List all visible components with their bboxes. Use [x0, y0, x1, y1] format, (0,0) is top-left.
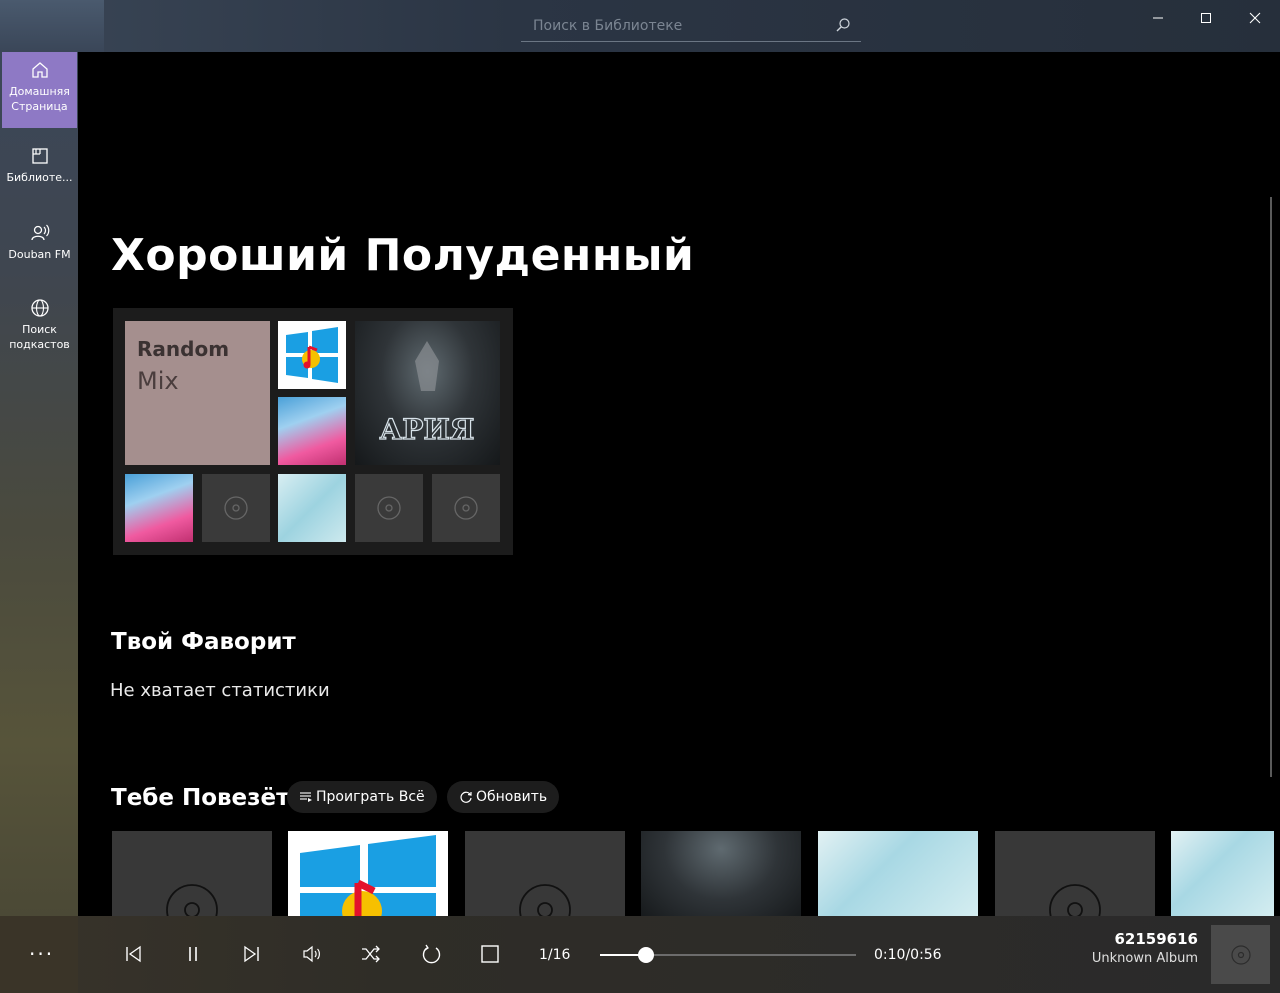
scrollbar[interactable] — [1270, 197, 1272, 777]
title-bar-left — [0, 0, 104, 52]
close-icon — [1249, 12, 1261, 24]
main-content: Хороший Полуденный Random Mix АРИЯ Твой … — [78, 52, 1274, 916]
seek-thumb[interactable] — [638, 947, 654, 963]
now-playing-art[interactable] — [1211, 925, 1270, 984]
player-bar: ··· 1/16 0:10/0:56 62159616 Unknown Albu… — [0, 916, 1280, 993]
sidebar-item-douban-fm[interactable]: Douban FM — [2, 215, 77, 291]
random-mix-subtitle: Mix — [137, 367, 179, 395]
lucky-card[interactable] — [1171, 831, 1274, 916]
now-playing-album: Unknown Album — [1091, 951, 1198, 966]
next-icon — [244, 945, 259, 963]
repeat-icon — [422, 944, 441, 964]
favorite-heading: Твой Фаворит — [111, 629, 296, 655]
pause-button[interactable] — [181, 942, 205, 966]
playlist-icon — [300, 792, 312, 802]
search-input[interactable] — [533, 16, 823, 36]
previous-icon — [126, 945, 141, 963]
repeat-button[interactable] — [419, 942, 443, 966]
more-button[interactable]: ··· — [29, 942, 54, 966]
album-tile[interactable]: АРИЯ — [355, 321, 500, 465]
disc-icon — [377, 496, 401, 520]
disc-icon — [224, 496, 248, 520]
lucky-card[interactable] — [641, 831, 801, 916]
maximize-icon — [1201, 13, 1211, 23]
sidebar-item-home[interactable]: Домашняя Страница — [2, 52, 77, 128]
minimize-button[interactable] — [1134, 0, 1182, 36]
album-tile[interactable] — [278, 474, 346, 542]
sidebar-item-label: Поиск подкастов — [9, 323, 70, 351]
sidebar-item-podcast-search[interactable]: Поиск подкастов — [2, 290, 77, 366]
player-bar-left: ··· — [0, 916, 78, 993]
playback-time: 0:10/0:56 — [874, 947, 942, 963]
title-bar — [0, 0, 1280, 52]
refresh-button[interactable]: Обновить — [447, 781, 560, 813]
previous-button[interactable] — [121, 942, 145, 966]
stop-icon — [481, 945, 499, 963]
album-tile[interactable] — [355, 474, 423, 542]
random-mix-tile[interactable]: Random Mix — [125, 321, 270, 465]
lucky-card[interactable] — [818, 831, 978, 916]
greeting-heading: Хороший Полуденный — [111, 230, 695, 281]
album-tile[interactable] — [125, 474, 193, 542]
sidebar-item-label: Библиоте... — [6, 171, 73, 184]
library-icon — [31, 148, 48, 164]
sidebar: Домашняя Страница Библиоте... Douban FM … — [0, 52, 78, 916]
disc-icon — [1230, 944, 1251, 965]
pause-icon — [189, 947, 197, 961]
search-box[interactable] — [521, 10, 861, 42]
maximize-button[interactable] — [1182, 0, 1230, 36]
lucky-card[interactable] — [112, 831, 272, 916]
album-tile[interactable] — [432, 474, 500, 542]
album-art-aria-icon: АРИЯ — [379, 341, 475, 447]
svg-text:АРИЯ: АРИЯ — [379, 413, 474, 446]
radio-icon — [30, 224, 49, 241]
album-art-windows-icon — [286, 327, 338, 383]
play-all-button[interactable]: Проиграть Всё — [287, 781, 437, 813]
close-button[interactable] — [1231, 0, 1279, 36]
mix-grid: Random Mix АРИЯ — [113, 308, 513, 555]
sidebar-item-library[interactable]: Библиоте... — [2, 138, 77, 214]
next-button[interactable] — [240, 942, 264, 966]
play-all-label: Проиграть Всё — [316, 789, 425, 805]
favorite-empty-text: Не хватает статистики — [110, 680, 330, 701]
search-icon[interactable] — [835, 17, 851, 33]
volume-icon — [303, 945, 320, 963]
disc-icon — [1049, 884, 1101, 916]
shuffle-button[interactable] — [359, 942, 383, 966]
globe-icon — [30, 299, 49, 317]
refresh-icon — [460, 791, 472, 803]
random-mix-title: Random — [137, 337, 230, 361]
shuffle-icon — [362, 945, 380, 963]
album-tile[interactable] — [278, 397, 346, 465]
stop-button[interactable] — [478, 942, 502, 966]
sidebar-item-label: Douban FM — [8, 248, 71, 261]
now-playing-title: 62159616 — [1114, 930, 1199, 948]
seek-bar[interactable] — [600, 947, 856, 963]
lucky-card[interactable] — [465, 831, 625, 916]
disc-icon — [454, 496, 478, 520]
track-counter: 1/16 — [539, 947, 571, 963]
disc-icon — [519, 884, 571, 916]
lucky-card[interactable] — [995, 831, 1155, 916]
home-icon — [31, 62, 48, 78]
minimize-icon — [1153, 17, 1163, 19]
album-art-windows-icon — [300, 835, 436, 916]
lucky-card[interactable] — [288, 831, 448, 916]
album-tile[interactable] — [278, 321, 346, 389]
refresh-label: Обновить — [476, 789, 548, 805]
disc-icon — [166, 884, 218, 916]
volume-button[interactable] — [300, 942, 324, 966]
album-tile[interactable] — [202, 474, 270, 542]
lucky-heading: Тебе Повезёт — [111, 785, 290, 811]
sidebar-item-label: Домашняя Страница — [9, 85, 70, 113]
